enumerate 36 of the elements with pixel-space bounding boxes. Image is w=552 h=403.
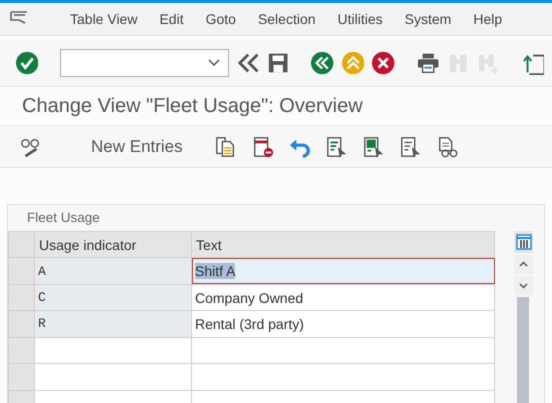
menu-item[interactable]: Edit	[159, 11, 184, 27]
dropdown-icon[interactable]	[208, 58, 220, 66]
menu-item[interactable]: Help	[473, 11, 502, 27]
input-field[interactable]	[192, 337, 494, 364]
menu-item[interactable]: Utilities	[338, 11, 383, 27]
enter-icon[interactable]	[16, 50, 38, 74]
table-cell: R	[34, 310, 192, 338]
column-header[interactable]: Usage indicator	[34, 232, 192, 258]
input-field[interactable]: Company Owned	[192, 284, 494, 311]
scrollbar-thumb[interactable]	[517, 297, 529, 403]
table-cell: A	[34, 258, 192, 284]
table-cell: C	[34, 284, 192, 311]
print-icon[interactable]	[416, 50, 439, 74]
menu-item[interactable]: Selection	[258, 11, 316, 27]
save-icon[interactable]	[267, 50, 290, 74]
new-entries-button[interactable]: New Entries	[91, 136, 183, 156]
deselect-icon[interactable]	[400, 134, 422, 158]
select-all-icon[interactable]	[326, 134, 348, 158]
double-chevron-icon[interactable]	[236, 50, 260, 74]
column-header[interactable]: Text	[192, 232, 494, 258]
delete-row-icon[interactable]	[252, 134, 274, 158]
menu-item[interactable]: Table View	[70, 11, 138, 27]
menu-item[interactable]: System	[404, 11, 452, 27]
cancel-icon[interactable]	[372, 50, 395, 74]
input-field[interactable]: Shitf A	[192, 258, 494, 284]
screen-title: Change View "Fleet Usage": Overview	[21, 94, 364, 119]
group-title: Fleet Usage	[26, 209, 101, 227]
document-glasses-icon[interactable]	[436, 134, 459, 158]
copy-icon[interactable]	[214, 134, 237, 158]
table-settings-button[interactable]	[514, 231, 533, 253]
input-field[interactable]: Rental (3rd party)	[192, 310, 494, 338]
input-field[interactable]	[192, 364, 494, 390]
menu-item[interactable]: Goto	[206, 11, 236, 27]
select-block-icon[interactable]	[362, 134, 385, 158]
back-icon[interactable]	[311, 50, 334, 74]
command-field[interactable]	[60, 48, 229, 76]
